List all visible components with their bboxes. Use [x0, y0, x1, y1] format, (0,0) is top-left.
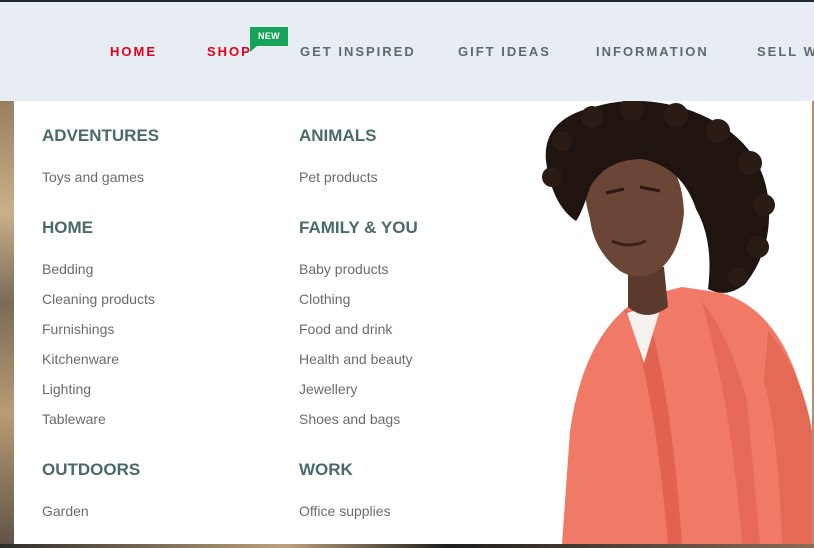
menu-link-office-supplies[interactable]: Office supplies [299, 503, 391, 519]
shop-dropdown-panel: ADVENTURES Toys and games HOME Bedding C… [14, 101, 812, 544]
category-heading-work[interactable]: WORK [299, 460, 353, 480]
menu-link-shoes-and-bags[interactable]: Shoes and bags [299, 411, 400, 427]
category-heading-family-and-you[interactable]: FAMILY & YOU [299, 218, 418, 238]
promo-photo [532, 101, 812, 544]
nav-sell-with[interactable]: SELL WI [757, 44, 814, 59]
menu-link-tableware[interactable]: Tableware [42, 411, 106, 427]
category-heading-adventures[interactable]: ADVENTURES [42, 126, 159, 146]
menu-link-lighting[interactable]: Lighting [42, 381, 91, 397]
person-illustration [542, 101, 812, 544]
category-heading-outdoors[interactable]: OUTDOORS [42, 460, 140, 480]
menu-link-pet-products[interactable]: Pet products [299, 169, 378, 185]
nav-information[interactable]: INFORMATION [596, 44, 709, 59]
menu-link-cleaning-products[interactable]: Cleaning products [42, 291, 155, 307]
menu-link-bedding[interactable]: Bedding [42, 261, 93, 277]
background-image-left [0, 101, 14, 548]
nav-get-inspired[interactable]: GET INSPIRED [300, 44, 416, 59]
nav-home[interactable]: HOME [110, 44, 157, 59]
menu-link-food-and-drink[interactable]: Food and drink [299, 321, 392, 337]
nav-gift-ideas[interactable]: GIFT IDEAS [458, 44, 551, 59]
menu-link-kitchenware[interactable]: Kitchenware [42, 351, 119, 367]
menu-link-toys-and-games[interactable]: Toys and games [42, 169, 144, 185]
top-navigation: HOME SHOP NEW GET INSPIRED GIFT IDEAS IN… [0, 0, 814, 101]
menu-link-baby-products[interactable]: Baby products [299, 261, 389, 277]
nav-shop[interactable]: SHOP [207, 44, 252, 59]
menu-link-furnishings[interactable]: Furnishings [42, 321, 114, 337]
category-heading-animals[interactable]: ANIMALS [299, 126, 376, 146]
menu-link-garden[interactable]: Garden [42, 503, 89, 519]
background-image-bottom [0, 544, 814, 548]
menu-link-health-and-beauty[interactable]: Health and beauty [299, 351, 413, 367]
menu-link-jewellery[interactable]: Jewellery [299, 381, 357, 397]
category-heading-home[interactable]: HOME [42, 218, 93, 238]
menu-link-clothing[interactable]: Clothing [299, 291, 350, 307]
new-badge: NEW [250, 27, 288, 52]
